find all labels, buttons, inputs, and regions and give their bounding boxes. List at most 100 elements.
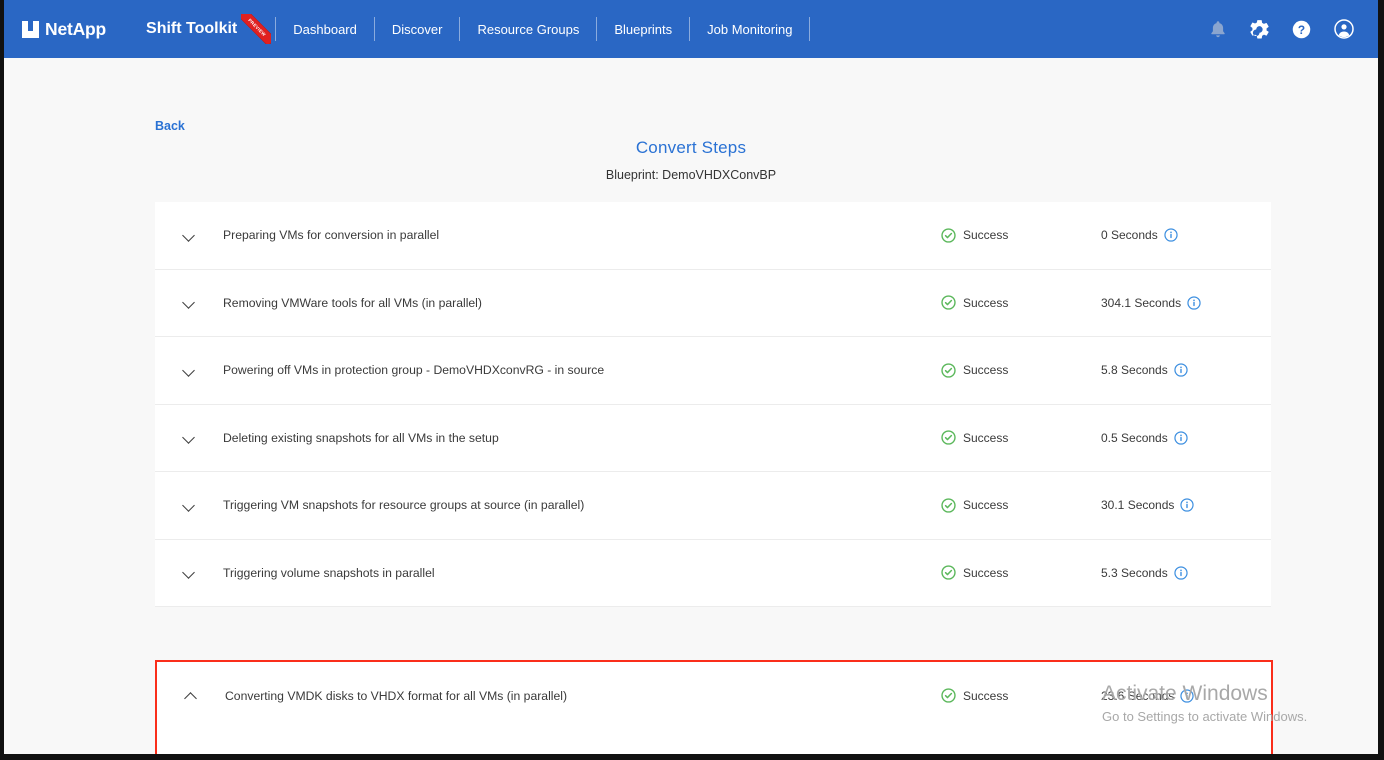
success-check-icon	[941, 688, 956, 703]
duration-cell: 23.6 Seconds	[1101, 689, 1271, 703]
info-icon[interactable]	[1180, 756, 1194, 760]
info-icon[interactable]	[1174, 431, 1188, 445]
app-window: NetApp Shift Toolkit PREVIEW Dashboard D…	[0, 0, 1384, 760]
step-label: Removing VMWare tools for all VMs (in pa…	[223, 296, 941, 310]
info-icon[interactable]	[1187, 296, 1201, 310]
table-row[interactable]: Removing VMWare tools for all VMs (in pa…	[155, 270, 1271, 338]
top-navigation-bar: NetApp Shift Toolkit PREVIEW Dashboard D…	[4, 0, 1378, 58]
svg-text:?: ?	[1298, 22, 1305, 36]
chevron-down-icon	[183, 229, 196, 242]
status-badge: Success	[941, 756, 1101, 760]
duration-cell: 5.3 Seconds	[1101, 566, 1271, 580]
status-badge: Success	[941, 295, 1101, 310]
step-label: Preparing VMs for conversion in parallel	[223, 228, 941, 242]
chevron-down-icon	[183, 364, 196, 377]
duration-cell: 304.1 Seconds	[1101, 296, 1271, 310]
status-label: Success	[963, 296, 1008, 310]
table-row[interactable]: Powering off VMs in protection group - D…	[155, 337, 1271, 405]
expand-toggle[interactable]	[155, 270, 223, 337]
info-icon[interactable]	[1164, 228, 1178, 242]
table-row[interactable]: Triggering VM snapshots for resource gro…	[155, 472, 1271, 540]
duration-label: 304.1 Seconds	[1101, 296, 1181, 310]
expand-toggle[interactable]	[155, 337, 223, 404]
duration-label: 0.5 Seconds	[1101, 431, 1168, 445]
chevron-down-icon	[183, 499, 196, 512]
duration-label: 30.1 Seconds	[1101, 498, 1174, 512]
expand-toggle[interactable]	[155, 405, 223, 472]
nav-item-dashboard[interactable]: Dashboard	[276, 22, 374, 37]
step-label: Deleting existing snapshots for all VMs …	[223, 431, 941, 445]
status-badge: Success	[941, 228, 1101, 243]
table-row[interactable]: Converting VMDK disks to VHDX format for…	[157, 730, 1271, 760]
step-label: Triggering VM snapshots for resource gro…	[223, 498, 941, 512]
nav-item-discover[interactable]: Discover	[375, 22, 460, 37]
nav-divider	[809, 17, 810, 41]
table-row[interactable]: Converting VMDK disks to VHDX format for…	[157, 662, 1271, 730]
chevron-up-icon	[185, 689, 198, 702]
success-check-icon	[941, 756, 956, 760]
duration-label: 0 Seconds	[1101, 228, 1158, 242]
info-icon[interactable]	[1174, 566, 1188, 580]
duration-cell: 5.8 Seconds	[1101, 363, 1271, 377]
page-title: Convert Steps	[4, 138, 1378, 158]
status-label: Success	[963, 689, 1008, 703]
info-icon[interactable]	[1174, 363, 1188, 377]
expand-toggle[interactable]	[155, 472, 223, 539]
netapp-mark-icon	[22, 21, 39, 38]
duration-cell: 0.5 Seconds	[1101, 431, 1271, 445]
duration-cell: 0 Seconds	[1101, 228, 1271, 242]
expand-toggle[interactable]	[157, 662, 225, 730]
main-content: Back Convert Steps Blueprint: DemoVHDXCo…	[4, 58, 1378, 754]
status-badge: Success	[941, 363, 1101, 378]
success-check-icon	[941, 498, 956, 513]
duration-cell: 30.1 Seconds	[1101, 498, 1271, 512]
expand-toggle[interactable]	[155, 202, 223, 269]
expand-toggle[interactable]	[155, 540, 223, 607]
step-label: Converting VMDK disks to VHDX format for…	[225, 689, 941, 703]
status-badge: Success	[941, 565, 1101, 580]
success-check-icon	[941, 228, 956, 243]
nav-item-job-monitoring[interactable]: Job Monitoring	[690, 22, 809, 37]
status-badge: Success	[941, 688, 1101, 703]
sub-step-spacer	[217, 730, 285, 760]
success-check-icon	[941, 295, 956, 310]
chevron-down-icon	[183, 296, 196, 309]
status-label: Success	[963, 498, 1008, 512]
nav-item-blueprints[interactable]: Blueprints	[597, 22, 689, 37]
user-account-icon[interactable]	[1334, 19, 1354, 39]
duration-label: 5.3 Seconds	[1101, 566, 1168, 580]
highlighted-step-group: Converting VMDK disks to VHDX format for…	[155, 660, 1273, 760]
info-icon[interactable]	[1180, 498, 1194, 512]
product-name: Shift Toolkit PREVIEW	[146, 20, 271, 38]
step-label: Powering off VMs in protection group - D…	[223, 363, 941, 377]
duration-label: 23.6 Seconds	[1101, 689, 1174, 703]
notification-bell-icon[interactable]	[1209, 20, 1227, 39]
table-row[interactable]: Preparing VMs for conversion in parallel…	[155, 202, 1271, 270]
settings-gear-icon[interactable]	[1250, 20, 1269, 39]
status-label: Success	[963, 756, 1008, 760]
chevron-down-icon	[183, 566, 196, 579]
step-label: Triggering volume snapshots in parallel	[223, 566, 941, 580]
page-subtitle-blueprint: Blueprint: DemoVHDXConvBP	[4, 168, 1378, 182]
success-check-icon	[941, 565, 956, 580]
step-label: Converting VMDK disks to VHDX format for…	[285, 756, 941, 760]
nav-item-resource-groups[interactable]: Resource Groups	[460, 22, 596, 37]
status-label: Success	[963, 363, 1008, 377]
chevron-down-icon	[183, 431, 196, 444]
duration-label: 5.8 Seconds	[1101, 363, 1168, 377]
preview-ribbon-badge: PREVIEW	[241, 14, 271, 44]
table-row[interactable]: Triggering volume snapshots in parallelS…	[155, 540, 1271, 608]
netapp-brand-label: NetApp	[45, 19, 106, 40]
success-check-icon	[941, 363, 956, 378]
status-label: Success	[963, 431, 1008, 445]
product-name-label: Shift Toolkit	[146, 20, 237, 37]
duration-cell: 23.6 Seconds	[1101, 756, 1271, 760]
status-badge: Success	[941, 498, 1101, 513]
table-row[interactable]: Deleting existing snapshots for all VMs …	[155, 405, 1271, 473]
info-icon[interactable]	[1180, 689, 1194, 703]
back-link[interactable]: Back	[155, 119, 185, 133]
help-question-icon[interactable]: ?	[1292, 20, 1311, 39]
duration-label: 23.6 Seconds	[1101, 756, 1174, 760]
convert-steps-list: Preparing VMs for conversion in parallel…	[155, 202, 1271, 607]
netapp-logo[interactable]: NetApp	[22, 19, 106, 40]
